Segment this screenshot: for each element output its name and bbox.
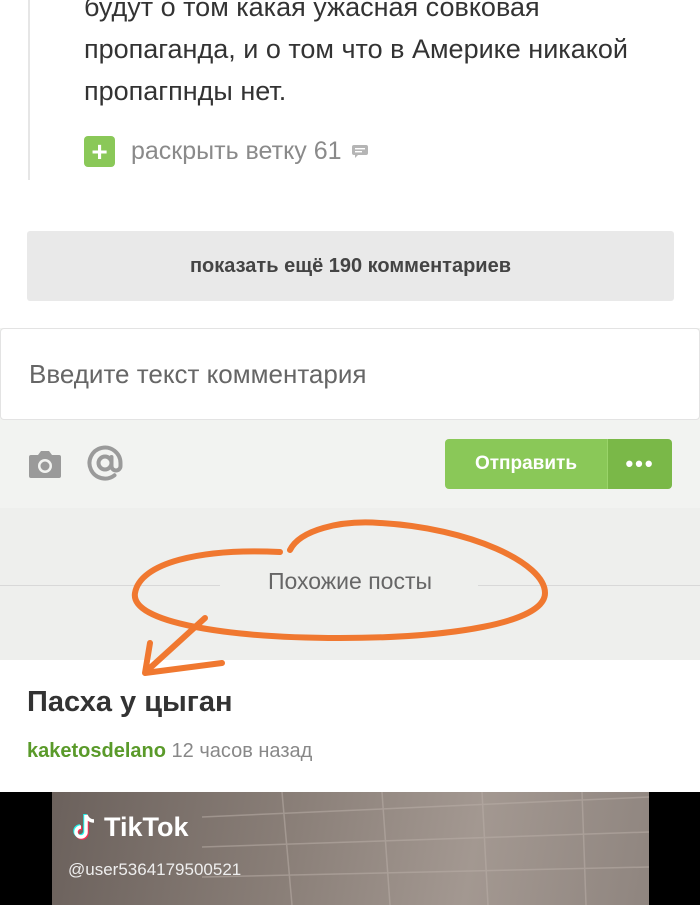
send-options-button[interactable]: ••• <box>607 439 672 489</box>
post-title[interactable]: Пасха у цыган <box>27 686 233 719</box>
expand-thread-button[interactable]: + раскрыть ветку 61 <box>84 136 368 167</box>
comment-text: будут о том какая ужасная совковая пропа… <box>84 0 684 112</box>
post-time: 12 часов назад <box>171 740 313 762</box>
plus-icon[interactable]: + <box>84 136 115 167</box>
comment-line: будут о том какая ужасная совковая <box>84 0 540 22</box>
comment-composer: Отправить ••• <box>0 328 700 508</box>
tiktok-username: @user5364179500521 <box>68 860 242 879</box>
mention-icon[interactable] <box>86 444 124 482</box>
show-more-comments-button[interactable]: показать ещё 190 комментариев <box>27 231 674 301</box>
comment-input[interactable] <box>0 328 700 420</box>
post-author[interactable]: kaketosdelano <box>27 740 166 762</box>
post-meta: kaketosdelano 12 часов назад <box>27 740 312 763</box>
send-button-group: Отправить ••• <box>445 439 672 489</box>
send-button[interactable]: Отправить <box>445 439 607 489</box>
thread-line[interactable] <box>28 0 30 180</box>
similar-posts-header: Похожие посты <box>0 508 700 660</box>
camera-icon[interactable] <box>27 446 63 482</box>
brick-wall-pattern <box>201 792 649 905</box>
tiktok-icon <box>73 813 95 840</box>
tiktok-brand: TikTok <box>104 812 189 842</box>
comment-icon <box>351 145 368 158</box>
comment-line: пропагпнды нет. <box>84 76 287 106</box>
comment-thread: будут о том какая ужасная совковая пропа… <box>0 0 700 190</box>
similar-posts-title: Похожие посты <box>267 568 433 594</box>
tiktok-logo: TikTok <box>72 812 189 843</box>
post-media[interactable]: TikTok @user5364179500521 <box>0 792 700 905</box>
expand-thread-label[interactable]: раскрыть ветку 61 <box>131 137 342 166</box>
video-thumbnail[interactable]: TikTok @user5364179500521 <box>52 792 649 905</box>
post-card: Пасха у цыган kaketosdelano 12 часов наз… <box>0 660 700 905</box>
comment-line: пропаганда, и о том что в Америке никако… <box>84 34 628 64</box>
